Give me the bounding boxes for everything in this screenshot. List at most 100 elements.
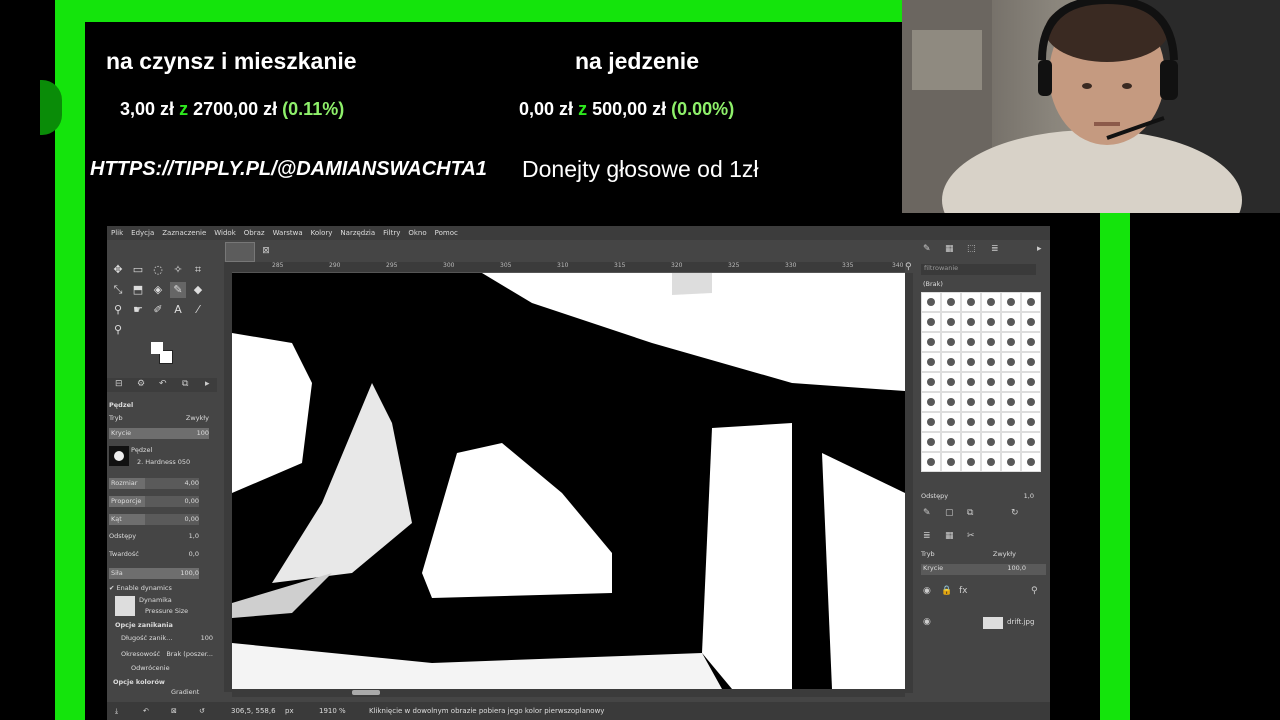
layer-opacity-slider[interactable]: Krycie 100,0: [921, 564, 1046, 575]
move-tool-icon[interactable]: ✥: [110, 262, 126, 278]
fade-section[interactable]: Opcje zanikania: [115, 621, 215, 632]
bucket-fill-icon[interactable]: ◈: [150, 282, 166, 298]
brush-swatch[interactable]: [1021, 292, 1041, 312]
hardness-row[interactable]: Twardość 0,0: [109, 550, 209, 561]
brush-filter-input[interactable]: filtrowanie: [921, 264, 1036, 275]
opacity-slider[interactable]: Krycie 100: [109, 428, 209, 439]
close-tab-icon[interactable]: ⊠: [261, 246, 271, 256]
undo-icon[interactable]: ↶: [143, 707, 149, 715]
tool-preset-icon[interactable]: ⤓: [115, 707, 118, 716]
reverse-checkbox[interactable]: Odwrócenie: [131, 664, 231, 675]
brush-swatch[interactable]: [1001, 292, 1021, 312]
paintbrush-icon[interactable]: ✎: [170, 282, 186, 298]
brush-swatch[interactable]: [1001, 372, 1021, 392]
brush-swatch[interactable]: [921, 412, 941, 432]
brush-swatch[interactable]: [921, 352, 941, 372]
image-canvas[interactable]: [232, 273, 905, 689]
brush-swatch[interactable]: [921, 432, 941, 452]
brush-grid[interactable]: [921, 292, 1041, 472]
brush-swatch[interactable]: [1021, 392, 1041, 412]
fonts-tab-icon[interactable]: ⬚: [967, 244, 976, 254]
lasso-icon[interactable]: ◌: [150, 262, 166, 278]
scroll-thumb[interactable]: [352, 690, 380, 695]
size-row[interactable]: Rozmiar 4,00: [109, 478, 209, 489]
menu-tools[interactable]: Narzędzia: [336, 229, 379, 237]
brush-swatch[interactable]: [921, 372, 941, 392]
dynamics-checkbox-row[interactable]: ✔ Enable dynamics: [109, 584, 209, 595]
layers-tab-icon[interactable]: ≣: [923, 531, 931, 541]
brush-swatch[interactable]: [961, 332, 981, 352]
fx-icon[interactable]: fx: [959, 586, 968, 596]
menu-view[interactable]: Widok: [210, 229, 240, 237]
brush-swatch[interactable]: [941, 292, 961, 312]
crop-icon[interactable]: ⌗: [190, 262, 206, 278]
brush-swatch[interactable]: [1001, 412, 1021, 432]
aspect-row[interactable]: Proporcje 0,00: [109, 496, 209, 507]
paths-tab-icon[interactable]: ✂: [967, 531, 975, 541]
menu-help[interactable]: Pomoc: [431, 229, 462, 237]
menu-windows[interactable]: Okno: [404, 229, 430, 237]
warp-icon[interactable]: ⬒: [130, 282, 146, 298]
duplicate-brush-icon[interactable]: ⧉: [967, 508, 973, 518]
brush-spacing-row[interactable]: Odstępy 1,0: [921, 492, 1046, 503]
brush-swatch[interactable]: [941, 412, 961, 432]
brush-swatch[interactable]: [941, 372, 961, 392]
brush-swatch[interactable]: [941, 392, 961, 412]
patterns-tab-icon[interactable]: ▦: [945, 244, 954, 254]
edit-brush-icon[interactable]: ✎: [923, 508, 931, 518]
brush-swatch[interactable]: [961, 392, 981, 412]
brush-swatch[interactable]: [941, 452, 961, 472]
brush-swatch[interactable]: [981, 412, 1001, 432]
brush-swatch[interactable]: [961, 372, 981, 392]
channels-tab-icon[interactable]: ▦: [945, 531, 954, 541]
zoom-icon[interactable]: ⚲: [110, 322, 126, 338]
brush-swatch[interactable]: [961, 452, 981, 472]
transform-icon[interactable]: ⤡: [110, 282, 126, 298]
search-icon[interactable]: ⚲: [1031, 586, 1038, 596]
vertical-scrollbar[interactable]: [905, 273, 913, 693]
paths-icon[interactable]: ✐: [150, 302, 166, 318]
brush-swatch[interactable]: [921, 332, 941, 352]
menu-filters[interactable]: Filtry: [379, 229, 404, 237]
menu-select[interactable]: Zaznaczenie: [158, 229, 210, 237]
brush-swatch[interactable]: [981, 452, 1001, 472]
layer-name[interactable]: drift.jpg: [1007, 618, 1034, 626]
menu-colors[interactable]: Kolory: [307, 229, 337, 237]
foreground-color-swatch[interactable]: [151, 342, 163, 354]
brushes-tab-icon[interactable]: ✎: [923, 244, 931, 254]
zoom-toggle-icon[interactable]: ⚲: [905, 262, 912, 272]
brush-swatch[interactable]: [1021, 332, 1041, 352]
zoom-selector[interactable]: 1910 %: [319, 707, 346, 715]
brush-swatch[interactable]: [1001, 332, 1021, 352]
brush-swatch[interactable]: [961, 412, 981, 432]
force-row[interactable]: Siła 100,0: [109, 568, 209, 579]
brush-swatch[interactable]: [921, 292, 941, 312]
menu-layer[interactable]: Warstwa: [269, 229, 307, 237]
repeat-value[interactable]: Brak (poszer...: [166, 650, 213, 658]
brush-swatch[interactable]: [1001, 312, 1021, 332]
brush-swatch[interactable]: [1001, 452, 1021, 472]
brush-swatch[interactable]: [981, 432, 1001, 452]
layer-row[interactable]: ◉ drift.jpg: [921, 615, 1046, 631]
brush-swatch[interactable]: [981, 332, 1001, 352]
brush-swatch[interactable]: [1021, 452, 1041, 472]
brush-swatch[interactable]: [981, 312, 1001, 332]
clone-icon[interactable]: ⚲: [110, 302, 126, 318]
delete-icon[interactable]: ⊠: [171, 707, 177, 715]
brush-swatch[interactable]: [941, 352, 961, 372]
checkbox-checked-icon[interactable]: ✔: [109, 584, 117, 592]
brush-swatch[interactable]: [1021, 412, 1041, 432]
mode-row[interactable]: Tryb Zwykły: [109, 414, 209, 425]
fade-length-row[interactable]: Długość zanik... 100: [121, 634, 213, 645]
brush-swatch[interactable]: [961, 312, 981, 332]
image-tab-drift[interactable]: [225, 242, 255, 262]
menu-image[interactable]: Obraz: [240, 229, 269, 237]
brush-swatch[interactable]: [981, 292, 1001, 312]
menu-edit[interactable]: Edycja: [127, 229, 158, 237]
brush-swatch[interactable]: [981, 372, 1001, 392]
brush-swatch[interactable]: [961, 432, 981, 452]
brush-swatch[interactable]: [921, 312, 941, 332]
brush-swatch[interactable]: [941, 332, 961, 352]
brush-swatch[interactable]: [981, 392, 1001, 412]
color-picker-icon[interactable]: ⁄: [190, 302, 206, 318]
